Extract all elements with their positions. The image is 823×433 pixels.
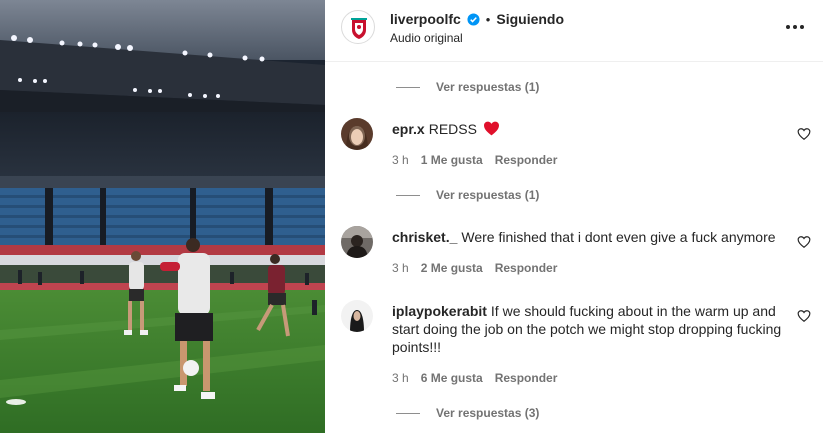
- replies-divider-line: [396, 412, 420, 414]
- comment-likes[interactable]: 6 Me gusta: [421, 371, 483, 385]
- comment-item: iplaypokerabit If we should fucking about…: [341, 300, 811, 390]
- replies-divider-line: [396, 194, 420, 196]
- comment-meta: 3 h 1 Me gusta Responder: [392, 153, 557, 167]
- avatar[interactable]: [341, 226, 373, 258]
- like-heart-icon[interactable]: [797, 127, 811, 141]
- separator-dot: •: [485, 11, 491, 27]
- replies-divider-line: [396, 86, 420, 88]
- comment-item: chrisket._ Were finished that i dont even…: [341, 226, 811, 281]
- comment-likes[interactable]: 1 Me gusta: [421, 153, 483, 167]
- account-username[interactable]: liverpoolfc: [390, 11, 461, 27]
- following-button[interactable]: Siguiendo: [496, 11, 564, 27]
- comment-message: Were finished that i dont even give a fu…: [461, 229, 776, 245]
- reply-button[interactable]: Responder: [495, 153, 558, 167]
- comment-time: 3 h: [392, 153, 409, 167]
- reply-button[interactable]: Responder: [495, 261, 558, 275]
- comment-text: epr.x REDSS: [392, 120, 782, 138]
- comment-likes[interactable]: 2 Me gusta: [421, 261, 483, 275]
- avatar[interactable]: [341, 118, 373, 150]
- audio-original-link[interactable]: Audio original: [390, 31, 463, 45]
- comment-message: REDSS: [428, 121, 477, 137]
- comment-username[interactable]: epr.x: [392, 121, 425, 137]
- reply-button[interactable]: Responder: [495, 371, 558, 385]
- view-replies-toggle[interactable]: Ver respuestas (3): [396, 406, 539, 420]
- comment-item: epr.x REDSS 3 h 1 Me gusta Responder: [341, 118, 811, 173]
- comment-time: 3 h: [392, 371, 409, 385]
- comment-username[interactable]: iplaypokerabit: [392, 303, 487, 319]
- header-title-row: liverpoolfc • Siguiendo: [390, 10, 564, 28]
- comment-meta: 3 h 6 Me gusta Responder: [392, 371, 557, 385]
- view-replies-toggle[interactable]: Ver respuestas (1): [396, 80, 539, 94]
- comment-meta: 3 h 2 Me gusta Responder: [392, 261, 557, 275]
- comment-text: chrisket._ Were finished that i dont even…: [392, 228, 782, 246]
- stadium-warmup-image: [0, 0, 325, 433]
- view-replies-toggle[interactable]: Ver respuestas (1): [396, 188, 539, 202]
- more-options-icon[interactable]: [783, 18, 807, 36]
- comments-panel: liverpoolfc • Siguiendo Audio original V…: [325, 0, 823, 433]
- red-heart-emoji-icon: [483, 121, 499, 136]
- liverpool-crest-icon[interactable]: [341, 10, 375, 44]
- comment-time: 3 h: [392, 261, 409, 275]
- comment-text: iplaypokerabit If we should fucking about…: [392, 302, 782, 356]
- like-heart-icon[interactable]: [797, 235, 811, 249]
- verified-badge-icon: [467, 12, 480, 26]
- video-frame[interactable]: [0, 0, 325, 433]
- avatar[interactable]: [341, 300, 373, 332]
- comment-username[interactable]: chrisket._: [392, 229, 457, 245]
- like-heart-icon[interactable]: [797, 309, 811, 323]
- view-replies-label[interactable]: Ver respuestas (1): [436, 80, 539, 94]
- view-replies-label[interactable]: Ver respuestas (3): [436, 406, 539, 420]
- post-header: liverpoolfc • Siguiendo Audio original: [325, 0, 823, 62]
- view-replies-label[interactable]: Ver respuestas (1): [436, 188, 539, 202]
